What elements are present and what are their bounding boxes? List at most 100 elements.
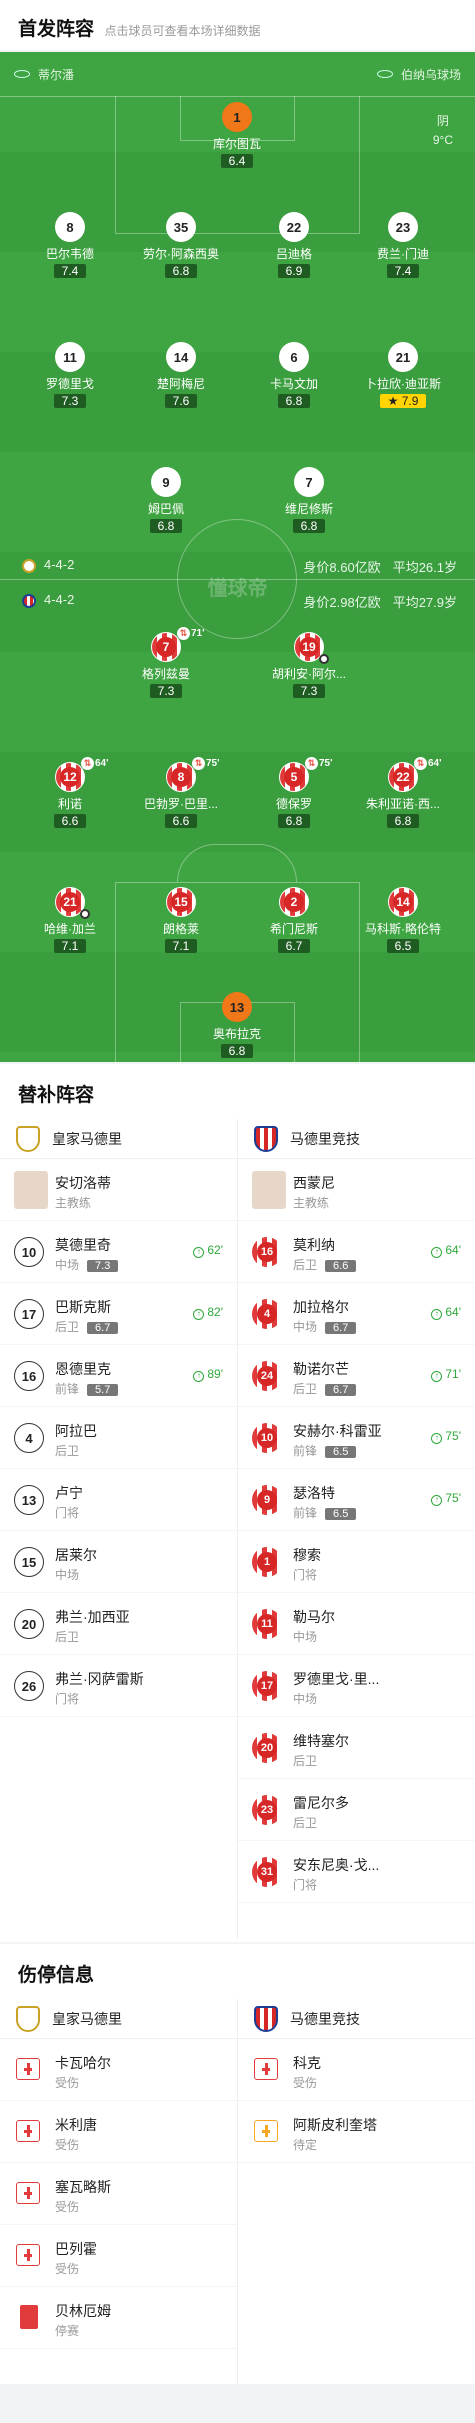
sub-player-row[interactable]: 4 加拉格尔 中场 6.7 ↑ 64' xyxy=(238,1283,475,1345)
rating-value: 7.9 xyxy=(401,394,419,408)
injury-row[interactable]: 科克 受伤 xyxy=(238,2039,475,2101)
sub-on-icon: ↑ xyxy=(431,1495,443,1506)
injury-row[interactable]: 米利唐 受伤 xyxy=(0,2101,237,2163)
player-rating: 5.7 xyxy=(87,1384,119,1396)
player-number: 8 xyxy=(55,212,85,242)
player[interactable]: 7 维尼修斯 6.8 xyxy=(250,467,368,535)
player-name: 塞瓦略斯 xyxy=(55,2179,111,2195)
rating-value: 7.4 xyxy=(394,264,412,278)
sub-player-row[interactable]: 15 居莱尔 中场 xyxy=(0,1531,237,1593)
player-name: 巴斯克斯 xyxy=(55,1299,111,1315)
sub-player-row[interactable]: 13 卢宁 门将 xyxy=(0,1469,237,1531)
sub-player-row[interactable]: 17 巴斯克斯 后卫 6.7 ↑ 82' xyxy=(0,1283,237,1345)
player-number: 5 xyxy=(284,767,304,787)
player[interactable]: 11 罗德里戈 7.3 xyxy=(11,342,129,410)
player-number-badge: 16 xyxy=(252,1237,282,1267)
sub-off-icon: ⇅ xyxy=(177,627,190,640)
player[interactable]: 12 ⇅ 64' 利诺 6.6 xyxy=(11,757,129,830)
player-number: 2 xyxy=(284,892,304,912)
injury-row[interactable]: 塞瓦略斯 受伤 xyxy=(0,2163,237,2225)
star-icon: ★ xyxy=(387,394,402,408)
sub-off-icon: ⇅ xyxy=(305,757,318,770)
injury-status: 受伤 xyxy=(55,2138,80,2152)
injury-cross-icon xyxy=(254,2058,278,2080)
player-number: 9 xyxy=(257,1490,277,1510)
player-number: 6 xyxy=(279,342,309,372)
player-number: 16 xyxy=(257,1242,277,1262)
away-team-header[interactable]: 马德里竞技 xyxy=(238,1999,475,2039)
injury-row[interactable]: 贝林厄姆 停赛 xyxy=(0,2287,237,2349)
player[interactable]: 7 ⇅ 71' 格列兹曼 7.3 xyxy=(107,627,225,700)
player[interactable]: 23 费兰·门迪 7.4 xyxy=(344,212,462,280)
temperature: 9°C xyxy=(432,133,453,147)
player[interactable]: 35 劳尔·阿森西奥 6.8 xyxy=(122,212,240,280)
sub-player-row[interactable]: 9 瑟洛特 前锋 6.5 ↑ 75' xyxy=(238,1469,475,1531)
player-rating: 7.1 xyxy=(164,939,198,953)
player[interactable]: 22 吕迪格 6.9 xyxy=(235,212,353,280)
player-position: 门将 xyxy=(55,1690,79,1707)
player-rating: 6.6 xyxy=(325,1260,357,1272)
sub-player-row[interactable]: 10 莫德里奇 中场 7.3 ↑ 62' xyxy=(0,1221,237,1283)
away-team-header[interactable]: 马德里竞技 xyxy=(238,1119,475,1159)
player[interactable]: 21 哈维·加兰 7.1 xyxy=(11,887,129,955)
sub-player-row[interactable]: 20 维特塞尔 后卫 xyxy=(238,1717,475,1779)
sub-player-row[interactable]: 16 莫利纳 后卫 6.6 ↑ 64' xyxy=(238,1221,475,1283)
sub-player-row[interactable]: 4 阿拉巴 后卫 xyxy=(0,1407,237,1469)
player[interactable]: 9 姆巴佩 6.8 xyxy=(107,467,225,535)
player[interactable]: 21 卜拉欣·迪亚斯 ★ 7.9 xyxy=(344,342,462,410)
rating-value: 6.8 xyxy=(394,814,412,828)
home-team-header[interactable]: 皇家马德里 xyxy=(0,1999,237,2039)
player-name: 阿斯皮利奎塔 xyxy=(293,2117,377,2133)
player[interactable]: 6 卡马文加 6.8 xyxy=(235,342,353,410)
player[interactable]: 2 希门尼斯 6.7 xyxy=(235,887,353,955)
sub-player-row[interactable]: 31 安东尼奥·戈... 门将 xyxy=(238,1841,475,1903)
rating-value: 6.6 xyxy=(61,814,79,828)
player-number-badge: 4 xyxy=(252,1299,282,1329)
player-number-badge: 17 xyxy=(252,1671,282,1701)
player[interactable]: 15 朗格莱 7.1 xyxy=(122,887,240,955)
player-name: 居莱尔 xyxy=(55,1547,97,1563)
player-name: 弗兰·冈萨雷斯 xyxy=(55,1671,144,1687)
injury-row[interactable]: 巴列霍 受伤 xyxy=(0,2225,237,2287)
player-name: 弗兰·加西亚 xyxy=(55,1609,130,1625)
player-number: 19 xyxy=(299,637,319,657)
player-number: 13 xyxy=(222,992,252,1022)
sub-player-row[interactable]: 安切洛蒂 主教练 xyxy=(0,1159,237,1221)
sub-player-row[interactable]: 17 罗德里戈·里... 中场 xyxy=(238,1655,475,1717)
player-number: 8 xyxy=(171,767,191,787)
sub-player-row[interactable]: 20 弗兰·加西亚 后卫 xyxy=(0,1593,237,1655)
sub-player-row[interactable]: 16 恩德里克 前锋 5.7 ↑ 89' xyxy=(0,1345,237,1407)
player-number: 35 xyxy=(166,212,196,242)
sub-player-row[interactable]: 26 弗兰·冈萨雷斯 门将 xyxy=(0,1655,237,1717)
player-position: 中场 xyxy=(293,1628,317,1645)
sub-player-row[interactable]: 23 雷尼尔多 后卫 xyxy=(238,1779,475,1841)
player[interactable]: 22 ⇅ 64' 朱利亚诺·西... 6.8 xyxy=(344,757,462,830)
sub-player-row[interactable]: 24 勒诺尔芒 后卫 6.7 ↑ 71' xyxy=(238,1345,475,1407)
player[interactable]: 8 巴尔韦德 7.4 xyxy=(11,212,129,280)
sub-player-row[interactable]: 1 穆索 门将 xyxy=(238,1531,475,1593)
player[interactable]: 8 ⇅ 75' 巴勃罗·巴里... 6.6 xyxy=(122,757,240,830)
sub-player-row[interactable]: 西蒙尼 主教练 xyxy=(238,1159,475,1221)
player[interactable]: 5 ⇅ 75' 德保罗 6.8 xyxy=(235,757,353,830)
player-name: 巴列霍 xyxy=(55,2241,97,2257)
player-name: 莫利纳 xyxy=(293,1237,335,1253)
player[interactable]: 19 胡利安·阿尔... 7.3 xyxy=(250,632,368,700)
player[interactable]: 13 奥布拉克 6.8 xyxy=(178,992,296,1060)
sub-player-row[interactable]: 11 勒马尔 中场 xyxy=(238,1593,475,1655)
injury-row[interactable]: 卡瓦哈尔 受伤 xyxy=(0,2039,237,2101)
player[interactable]: 1 库尔图瓦 6.4 xyxy=(178,102,296,170)
player-rating: 6.8 xyxy=(386,814,420,828)
away-team-age: 平均27.9岁 xyxy=(392,595,457,610)
player[interactable]: 14 楚阿梅尼 7.6 xyxy=(122,342,240,410)
player[interactable]: 14 马科斯·略伦特 6.5 xyxy=(344,887,462,955)
player-number: 17 xyxy=(257,1676,277,1696)
player-number: 21 xyxy=(60,892,80,912)
injury-row[interactable]: 阿斯皮利奎塔 待定 xyxy=(238,2101,475,2163)
sub-on-minute: ↑ 64' xyxy=(431,1305,461,1320)
home-team-header[interactable]: 皇家马德里 xyxy=(0,1119,237,1159)
player-number-badge: 10 xyxy=(14,1237,44,1267)
sub-player-row[interactable]: 10 安赫尔·科雷亚 前锋 6.5 ↑ 75' xyxy=(238,1407,475,1469)
player-number-badge: 31 xyxy=(252,1857,282,1887)
sub-on-icon: ↑ xyxy=(431,1247,443,1258)
player-name: 哈维·加兰 xyxy=(44,922,96,936)
